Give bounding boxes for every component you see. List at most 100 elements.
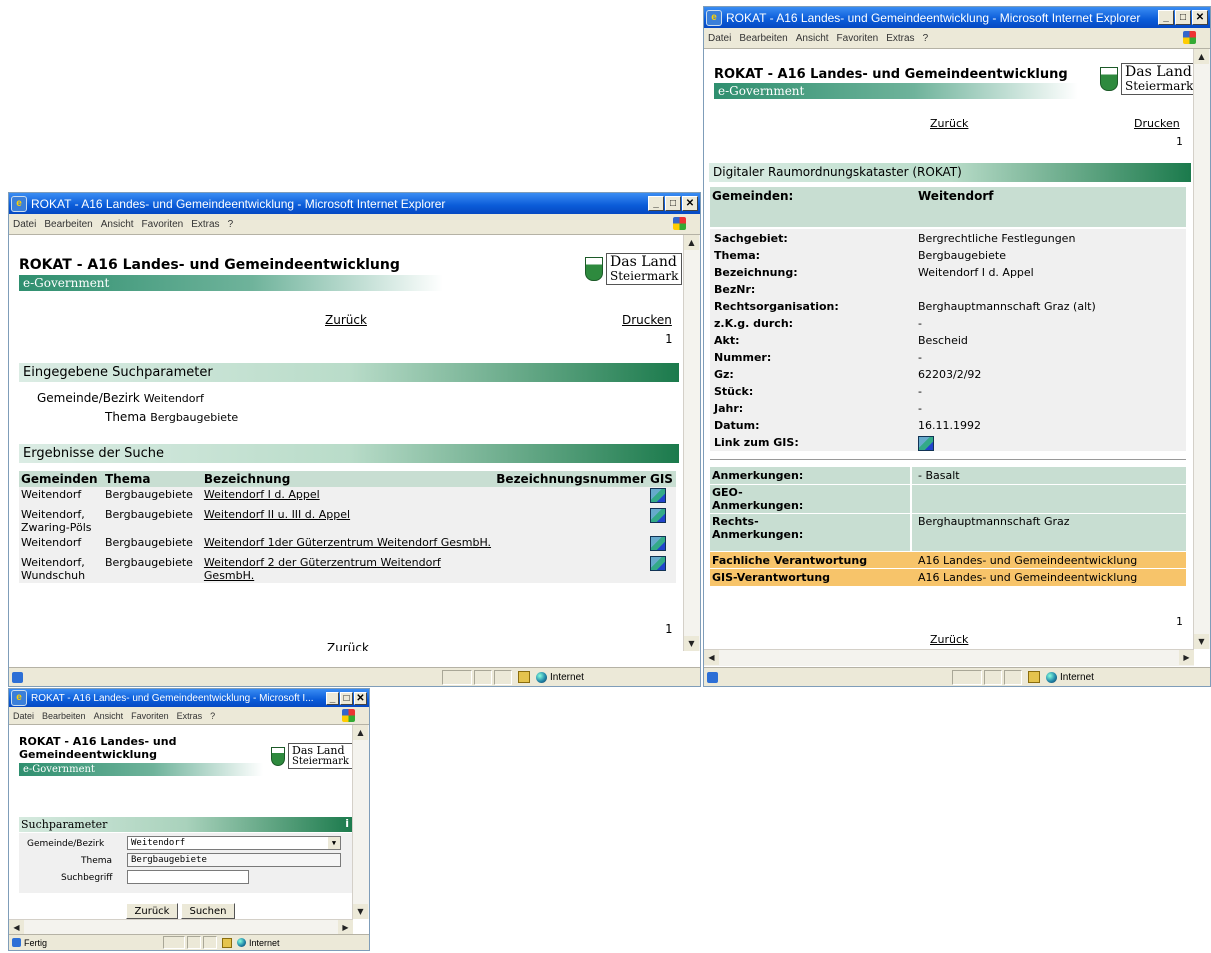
- menu-item-favoriten[interactable]: Favoriten: [131, 711, 169, 721]
- back-button[interactable]: Zurück: [126, 903, 178, 919]
- menu-item-help[interactable]: ?: [210, 711, 215, 721]
- menu-item-datei[interactable]: Datei: [13, 711, 34, 721]
- search-params-header: Suchparameter i: [19, 817, 353, 832]
- egov-bar: e-Government: [714, 83, 1078, 99]
- scroll-up-icon[interactable]: ▲: [353, 725, 368, 740]
- menu-item-help[interactable]: ?: [228, 219, 234, 230]
- ie-icon: e: [11, 690, 27, 706]
- back-link-bottom[interactable]: Zurück: [930, 633, 968, 646]
- page-content: ROKAT - A16 Landes- und Gemeindeentwickl…: [9, 235, 684, 651]
- gemeinde-select[interactable]: Weitendorf ▼: [127, 836, 341, 850]
- scroll-down-icon[interactable]: ▼: [684, 636, 699, 651]
- scroll-down-icon[interactable]: ▼: [1194, 634, 1209, 649]
- title-bar[interactable]: e ROKAT - A16 Landes- und Gemeindeentwic…: [9, 193, 700, 214]
- page-icon: [12, 671, 23, 683]
- results-window: e ROKAT - A16 Landes- und Gemeindeentwic…: [8, 192, 701, 687]
- zone-label: Internet: [550, 671, 584, 683]
- close-icon[interactable]: ✕: [682, 196, 698, 211]
- scroll-up-icon[interactable]: ▲: [1194, 49, 1209, 64]
- egov-bar: e-Government: [19, 275, 443, 291]
- menu-item-ansicht[interactable]: Ansicht: [101, 219, 134, 230]
- vertical-scrollbar[interactable]: ▲ ▼: [683, 235, 700, 651]
- maximize-icon[interactable]: □: [1175, 10, 1191, 25]
- globe-icon: [237, 938, 246, 947]
- menu-item-favoriten[interactable]: Favoriten: [142, 219, 184, 230]
- ie-icon: e: [706, 9, 722, 26]
- menu-item-ansicht[interactable]: Ansicht: [796, 33, 829, 44]
- menu-item-favoriten[interactable]: Favoriten: [837, 33, 879, 44]
- page-number-bottom: 1: [665, 622, 673, 636]
- result-link[interactable]: Weitendorf 2 der Güterzentrum Weitendorf…: [204, 556, 441, 582]
- results-header: Ergebnisse der Suche: [19, 444, 679, 463]
- page-title-line1: ROKAT - A16 Landes- und: [19, 735, 177, 748]
- maximize-icon[interactable]: □: [665, 196, 681, 211]
- info-icon[interactable]: i: [345, 817, 349, 830]
- result-link[interactable]: Weitendorf I d. Appel: [204, 488, 320, 501]
- chevron-down-icon[interactable]: ▼: [328, 837, 340, 849]
- scroll-right-icon[interactable]: ▶: [338, 920, 353, 935]
- menu-item-datei[interactable]: Datei: [13, 219, 36, 230]
- menu-item-bearbeiten[interactable]: Bearbeiten: [44, 219, 92, 230]
- result-link[interactable]: Weitendorf II u. III d. Appel: [204, 508, 350, 521]
- gis-map-icon[interactable]: [649, 508, 666, 523]
- col-gis: GIS: [647, 471, 676, 487]
- back-link-bottom[interactable]: Zurück: [327, 641, 369, 651]
- close-icon[interactable]: ✕: [1192, 10, 1208, 25]
- suchbegriff-input[interactable]: [127, 870, 249, 884]
- page-title-line2: Gemeindeentwicklung: [19, 748, 157, 761]
- param-thema: Thema Bergbaugebiete: [105, 410, 239, 424]
- page-number: 1: [665, 332, 673, 346]
- detail-head-row: Gemeinden: Weitendorf: [710, 187, 1186, 227]
- menu-item-datei[interactable]: Datei: [708, 33, 731, 44]
- minimize-icon[interactable]: _: [1158, 10, 1174, 25]
- table-row: Weitendorf Bergbaugebiete Weitendorf 1de…: [19, 535, 676, 555]
- status-text: Fertig: [24, 937, 48, 948]
- gis-map-icon[interactable]: [649, 488, 666, 503]
- result-link[interactable]: Weitendorf 1der Güterzentrum Weitendorf …: [204, 536, 491, 549]
- gis-map-icon[interactable]: [918, 436, 934, 451]
- status-bar: Fertig Internet: [9, 934, 369, 950]
- back-link[interactable]: Zurück: [325, 313, 367, 327]
- page-title: ROKAT - A16 Landes- und Gemeindeentwickl…: [19, 257, 400, 273]
- scroll-up-icon[interactable]: ▲: [684, 235, 699, 250]
- horizontal-scrollbar[interactable]: ◀ ▶: [704, 649, 1194, 666]
- gis-map-icon[interactable]: [649, 536, 666, 551]
- menu-item-ansicht[interactable]: Ansicht: [94, 711, 124, 721]
- search-button[interactable]: Suchen: [181, 903, 235, 919]
- col-gemeinden: Gemeinden: [19, 471, 103, 487]
- close-icon[interactable]: ✕: [354, 691, 367, 705]
- notes-block: Anmerkungen: - Basalt GEO-Anmerkungen: R…: [710, 467, 1186, 551]
- print-link[interactable]: Drucken: [1134, 117, 1180, 130]
- print-link[interactable]: Drucken: [622, 313, 672, 327]
- menu-item-extras[interactable]: Extras: [191, 219, 219, 230]
- page-number: 1: [1176, 135, 1183, 148]
- minimize-icon[interactable]: _: [648, 196, 664, 211]
- title-bar[interactable]: e ROKAT - A16 Landes- und Gemeindeentwic…: [9, 689, 369, 707]
- lock-icon: [518, 671, 530, 683]
- menu-item-extras[interactable]: Extras: [177, 711, 203, 721]
- scroll-left-icon[interactable]: ◀: [704, 650, 719, 665]
- maximize-icon[interactable]: □: [340, 691, 353, 705]
- vertical-scrollbar[interactable]: ▲ ▼: [352, 725, 369, 919]
- scroll-left-icon[interactable]: ◀: [9, 920, 24, 935]
- menu-item-extras[interactable]: Extras: [886, 33, 914, 44]
- scroll-right-icon[interactable]: ▶: [1179, 650, 1194, 665]
- windows-logo-icon: [342, 709, 355, 722]
- ie-icon: e: [11, 195, 27, 212]
- minimize-icon[interactable]: _: [326, 691, 339, 705]
- responsible-block: Fachliche Verantwortung A16 Landes- und …: [710, 552, 1186, 586]
- back-link[interactable]: Zurück: [930, 117, 968, 130]
- vertical-scrollbar[interactable]: ▲ ▼: [1193, 49, 1210, 649]
- detail-window: e ROKAT - A16 Landes- und Gemeindeentwic…: [703, 6, 1211, 687]
- thema-field[interactable]: Bergbaugebiete: [127, 853, 341, 867]
- head-value: Weitendorf: [918, 189, 994, 203]
- menu-item-bearbeiten[interactable]: Bearbeiten: [42, 711, 86, 721]
- menu-bar: Datei Bearbeiten Ansicht Favoriten Extra…: [704, 28, 1210, 49]
- menu-item-bearbeiten[interactable]: Bearbeiten: [739, 33, 787, 44]
- gis-map-icon[interactable]: [649, 556, 666, 571]
- menu-item-help[interactable]: ?: [923, 33, 929, 44]
- globe-icon: [536, 671, 547, 683]
- window-title: ROKAT - A16 Landes- und Gemeindeentwickl…: [31, 692, 314, 704]
- scroll-down-icon[interactable]: ▼: [353, 904, 368, 919]
- title-bar[interactable]: e ROKAT - A16 Landes- und Gemeindeentwic…: [704, 7, 1210, 28]
